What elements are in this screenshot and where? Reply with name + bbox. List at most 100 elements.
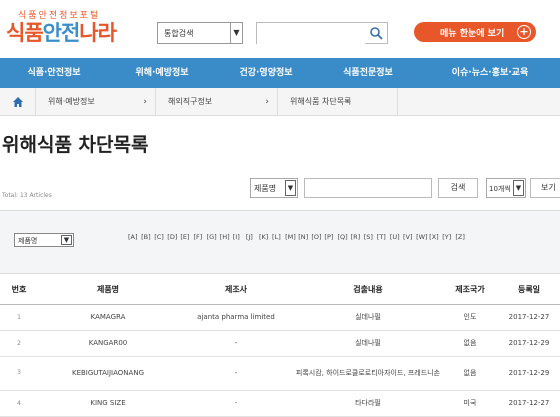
index-letter-u[interactable]: [U] — [390, 233, 403, 241]
table-row[interactable]: 2 KANGAR00 - 실데나필 없음 2017-12-29 — [0, 330, 560, 357]
index-letter-f[interactable]: [F] — [193, 233, 206, 241]
home-icon — [13, 97, 23, 107]
cell-detected: 실데나필 — [294, 330, 442, 357]
index-letter-l[interactable]: [L] — [272, 233, 285, 241]
menu-overview-button[interactable]: 메뉴 한눈에 보기 + — [414, 22, 536, 42]
logo-part-3: 나라 — [79, 21, 117, 45]
column-header-detected: 검출내용 — [294, 276, 442, 305]
total-count: Total: 13 Articles — [2, 192, 52, 199]
site-logo[interactable]: 식품안전정보포털 식품안전나라 — [6, 8, 136, 45]
index-letter-o[interactable]: [O] — [311, 233, 324, 241]
nav-item-hazard-prevention[interactable]: 위해·예방정보 — [108, 58, 216, 88]
index-letter-q[interactable]: [Q] — [338, 233, 351, 241]
global-search-input[interactable] — [257, 25, 365, 45]
index-letter-x[interactable]: [X] — [429, 233, 442, 241]
column-header-product: 제품명 — [38, 276, 178, 305]
menu-overview-label: 메뉴 한눈에 보기 — [440, 29, 505, 39]
chevron-down-icon: ▼ — [230, 23, 242, 43]
breadcrumb-item-3[interactable]: 위해식품 차단목록 — [278, 88, 398, 116]
search-field-select[interactable]: 제품명 ▼ — [250, 178, 298, 198]
index-letter-m[interactable]: [M] — [285, 233, 298, 241]
index-letter-w[interactable]: [W] — [416, 233, 429, 241]
cell-product[interactable]: KAMAGRA — [38, 304, 178, 331]
index-field-select[interactable]: 제품명 ▼ — [14, 233, 74, 247]
column-header-date: 등록일 — [498, 276, 560, 305]
breadcrumb: 위해·예방정보 › 해외직구정보 › 위해식품 차단목록 — [0, 88, 560, 116]
main-navigation: 식품·안전정보 위해·예방정보 건강·영양정보 식품전문정보 이슈·뉴스·홍보·… — [0, 58, 560, 88]
index-letter-c[interactable]: [C] — [154, 233, 167, 241]
nav-item-issue-news[interactable]: 이슈·뉴스·홍보·교육 — [420, 58, 560, 88]
cell-product[interactable]: KANGAR00 — [38, 330, 178, 357]
cell-country: 인도 — [442, 304, 498, 331]
index-letter-b[interactable]: [B] — [141, 233, 154, 241]
page-size-value: 10개씩 — [489, 185, 511, 193]
logo-part-1: 식품 — [6, 21, 44, 45]
cell-date: 2017-12-27 — [498, 304, 560, 331]
cell-country: 없음 — [442, 330, 498, 357]
breadcrumb-label-3: 위해식품 차단목록 — [290, 97, 352, 106]
cell-detected: 타다라필 — [294, 390, 442, 417]
index-letter-v[interactable]: [V] — [403, 233, 416, 241]
cell-product[interactable]: KEBIGUTAIJIAONANG — [38, 356, 178, 391]
cell-product[interactable]: KING SIZE — [38, 390, 178, 417]
view-button[interactable]: 보기 — [530, 178, 560, 198]
chevron-down-icon: ▼ — [285, 180, 296, 196]
cell-number: 1 — [0, 304, 38, 331]
index-letter-r[interactable]: [R] — [351, 233, 364, 241]
site-header: 식품안전정보포털 식품안전나라 통합검색 ▼ 메뉴 한눈에 보기 + — [0, 0, 560, 58]
keyword-input[interactable] — [304, 178, 432, 198]
logo-part-2: 안전 — [42, 21, 81, 45]
breadcrumb-home[interactable] — [0, 88, 36, 116]
search-field-value: 제품명 — [254, 184, 277, 193]
chevron-down-icon: ▼ — [61, 235, 72, 245]
page-title: 위해식품 차단목록 — [2, 134, 149, 156]
table-row[interactable]: 1 KAMAGRA ajanta pharma limited 실데나필 인도 … — [0, 304, 560, 331]
index-letter-n[interactable]: [N] — [298, 233, 311, 241]
index-letter-k[interactable]: [K] — [259, 233, 272, 241]
breadcrumb-label-1: 위해·예방정보 — [48, 97, 95, 106]
index-letter-h[interactable]: [H] — [220, 233, 233, 241]
search-scope-value: 통합검색 — [164, 29, 194, 38]
logo-wordmark: 식품안전나라 — [6, 21, 136, 45]
breadcrumb-item-2[interactable]: 해외직구정보 › — [156, 88, 278, 116]
nav-item-food-safety[interactable]: 식품·안전정보 — [0, 58, 108, 88]
cell-manufacturer: - — [178, 356, 294, 391]
index-letter-t[interactable]: [T] — [377, 233, 390, 241]
plus-circle-icon: + — [517, 25, 531, 39]
breadcrumb-item-1[interactable]: 위해·예방정보 › — [36, 88, 156, 116]
chevron-right-icon: › — [143, 97, 147, 107]
table-row[interactable]: 3 KEBIGUTAIJIAONANG - 피록시캄, 하이드로클로로티아자이드… — [0, 356, 560, 391]
page-size-select[interactable]: 10개씩 ▼ — [486, 178, 526, 198]
search-scope-select[interactable]: 통합검색 ▼ — [157, 22, 243, 44]
index-letter-i[interactable]: [I] — [233, 233, 246, 241]
index-letter-a[interactable]: [A] — [128, 233, 141, 241]
search-icon[interactable] — [369, 26, 383, 40]
breadcrumb-label-2: 해외직구정보 — [168, 97, 213, 106]
column-header-manufacturer: 제조사 — [178, 276, 294, 305]
table-row[interactable]: 4 KING SIZE - 타다라필 미국 2017-12-27 — [0, 390, 560, 417]
index-letter-g[interactable]: [G] — [207, 233, 220, 241]
nav-item-expert-info[interactable]: 식품전문정보 — [316, 58, 420, 88]
cell-date: 2017-12-27 — [498, 390, 560, 417]
index-letter-e[interactable]: [E] — [180, 233, 193, 241]
global-search-box — [256, 22, 388, 45]
search-button[interactable]: 검색 — [438, 178, 478, 198]
cell-number: 2 — [0, 330, 38, 357]
index-letter-s[interactable]: [S] — [364, 233, 377, 241]
cell-date: 2017-12-29 — [498, 356, 560, 391]
cell-number: 4 — [0, 390, 38, 417]
index-letter-z[interactable]: [Z] — [455, 233, 468, 241]
index-letter-j[interactable]: [J] — [246, 233, 259, 241]
index-letter-y[interactable]: [Y] — [442, 233, 455, 241]
cell-manufacturer: ajanta pharma limited — [178, 304, 294, 331]
cell-manufacturer: - — [178, 390, 294, 417]
table-header-row: 번호 제품명 제조사 검출내용 제조국가 등록일 — [0, 276, 560, 305]
nav-item-health-nutrition[interactable]: 건강·영양정보 — [216, 58, 316, 88]
index-letter-p[interactable]: [P] — [324, 233, 337, 241]
chevron-down-icon: ▼ — [513, 180, 524, 196]
cell-country: 미국 — [442, 390, 498, 417]
cell-number: 3 — [0, 356, 38, 391]
alphabet-index: [A] [B] [C] [D] [E] [F] [G] [H] [I] [J] … — [128, 233, 468, 241]
index-letter-d[interactable]: [D] — [167, 233, 180, 241]
logo-tagline: 식품안전정보포털 — [18, 11, 101, 21]
